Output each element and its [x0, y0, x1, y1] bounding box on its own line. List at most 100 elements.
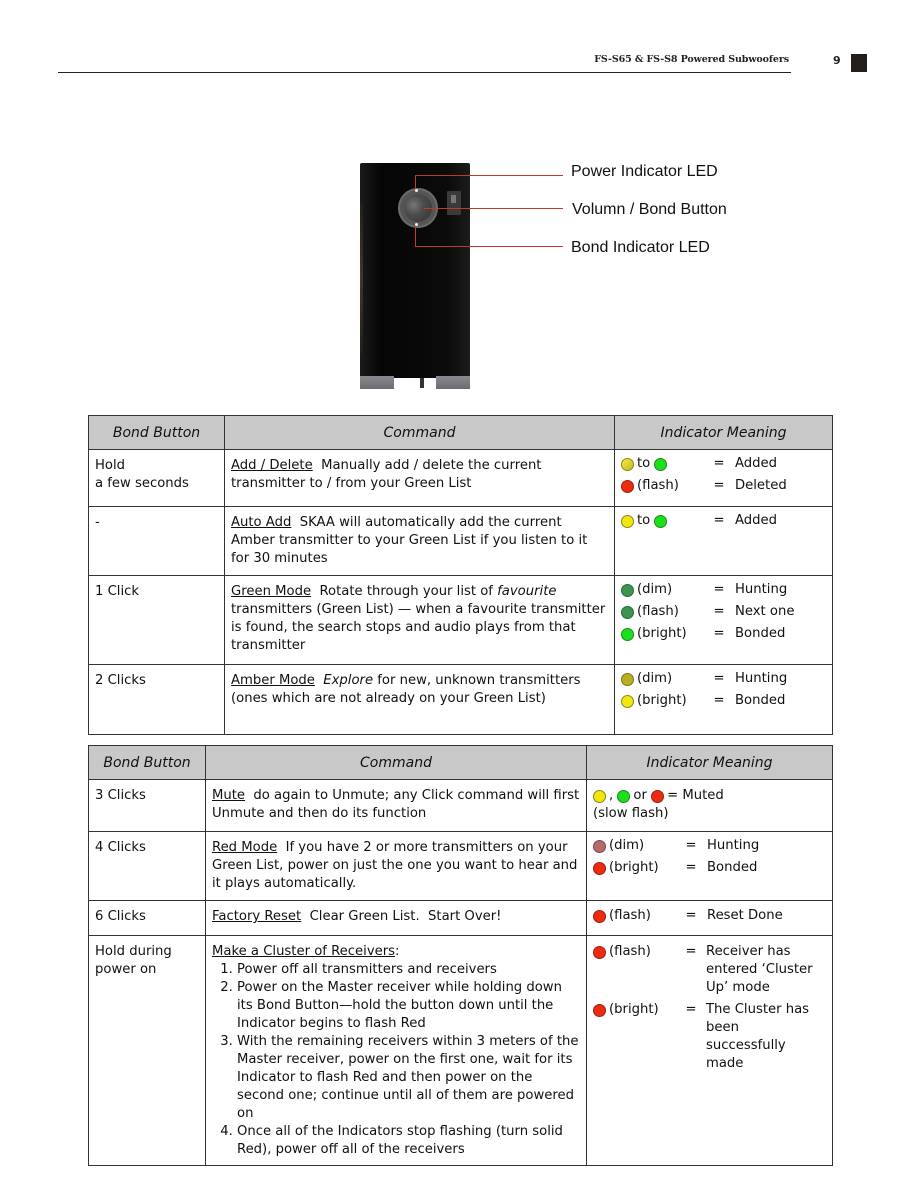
table-header-row: Bond Button Command Indicator Meaning	[88, 745, 833, 780]
bond-button-cell: 3 Clicks	[88, 779, 206, 832]
command-name: Mute	[212, 788, 246, 803]
command-cell: Factory Reset Clear Green List. Start Ov…	[205, 900, 587, 936]
command-cell: Add / Delete Manually add / delete the c…	[224, 449, 615, 507]
bond-button-cell: 4 Clicks	[88, 831, 206, 901]
bond-button-table-1: Bond Button Command Indicator Meaning Ho…	[88, 415, 833, 735]
green-led-icon	[654, 514, 668, 528]
dim-green-led-icon	[621, 583, 634, 597]
cluster-steps-list: Power off all transmitters and receivers…	[212, 961, 580, 1159]
red-led-icon	[593, 945, 606, 959]
command-description: do again to Unmute; any Click command wi…	[212, 788, 580, 821]
callout-line-bond	[415, 226, 416, 247]
bond-button-cell: 2 Clicks	[88, 664, 225, 735]
callout-line-power	[415, 175, 563, 176]
dim-amber-led-icon	[621, 672, 634, 686]
indicator-line: (bright) = Bonded	[593, 857, 826, 879]
command-cell: Red Mode If you have 2 or more transmitt…	[205, 831, 587, 901]
indicator-cell: (dim) = Hunting (bright) = Bonded	[586, 831, 833, 901]
red-led-icon	[593, 1003, 606, 1017]
table-row: 1 Click Green Mode Rotate through your l…	[88, 575, 833, 665]
list-item: Power off all transmitters and receivers	[237, 961, 580, 979]
dim-red-led-icon	[593, 839, 606, 853]
indicator-line: (bright) = Bonded	[621, 623, 826, 645]
indicator-cell: to = Added (flash) = Deleted	[614, 449, 833, 507]
callout-power-indicator-led: Power Indicator LED	[571, 163, 718, 180]
table-row: 3 Clicks Mute do again to Unmute; any Cl…	[88, 779, 833, 832]
command-cell: Mute do again to Unmute; any Click comma…	[205, 779, 587, 832]
indicator-line: (dim) = Hunting	[621, 668, 826, 690]
green-led-icon	[654, 457, 668, 471]
callout-line-power	[415, 175, 416, 189]
yellow-led-icon	[593, 789, 606, 803]
red-led-icon	[621, 479, 634, 493]
device-foot	[436, 376, 470, 389]
table-row: 4 Clicks Red Mode If you have 2 or more …	[88, 831, 833, 901]
bond-button-cell: Hold during power on	[88, 935, 206, 1166]
indicator-line: (flash) = Receiver has entered ‘Cluster …	[593, 943, 826, 997]
command-cell: Green Mode Rotate through your list of f…	[224, 575, 615, 665]
header-indicator-meaning: Indicator Meaning	[614, 415, 833, 450]
table-row: Hold a few seconds Add / Delete Manually…	[88, 449, 833, 507]
page-tab-marker	[851, 54, 867, 72]
command-name: Make a Cluster of Receivers	[212, 944, 396, 959]
list-item: Power on the Master receiver while holdi…	[237, 979, 580, 1033]
subwoofer-image	[360, 163, 470, 390]
list-item: Once all of the Indicators stop flashing…	[237, 1123, 580, 1159]
callout-line-button	[424, 208, 563, 209]
dim-green-led-icon	[621, 605, 634, 619]
header-command: Command	[205, 745, 587, 780]
header-bond-button: Bond Button	[88, 415, 225, 450]
command-cell: Amber Mode Explore for new, unknown tran…	[224, 664, 615, 735]
indicator-cell: (flash) = Reset Done	[586, 900, 833, 936]
red-led-icon	[651, 789, 665, 803]
indicator-line: to = Added	[621, 510, 826, 532]
command-cell: Auto Add SKAA will automatically add the…	[224, 506, 615, 576]
device-jack	[420, 378, 424, 388]
bond-button-cell: 1 Click	[88, 575, 225, 665]
table-header-row: Bond Button Command Indicator Meaning	[88, 415, 833, 450]
page-number: 9	[833, 54, 841, 67]
yellow-led-icon	[621, 694, 634, 708]
table-row: 6 Clicks Factory Reset Clear Green List.…	[88, 900, 833, 936]
power-indicator-led	[415, 189, 418, 192]
header-indicator-meaning: Indicator Meaning	[586, 745, 833, 780]
indicator-cell: (dim) = Hunting (flash) = Next one (brig…	[614, 575, 833, 665]
callout-bond-indicator-led: Bond Indicator LED	[571, 239, 710, 256]
callout-volume-bond-button: Volumn / Bond Button	[572, 201, 727, 218]
red-led-icon	[593, 861, 606, 875]
command-cell: Make a Cluster of Receivers: Power off a…	[205, 935, 587, 1166]
command-name: Factory Reset	[212, 909, 302, 924]
device-body	[360, 163, 470, 378]
command-name: Amber Mode	[231, 673, 315, 688]
command-name: Add / Delete	[231, 458, 313, 473]
indicator-line: (bright) = The Cluster has been successf…	[593, 1001, 826, 1073]
indicator-line: (flash) = Deleted	[621, 475, 826, 497]
green-led-icon	[617, 789, 631, 803]
bond-button-cell: Hold a few seconds	[88, 449, 225, 507]
device-foot	[360, 376, 394, 389]
indicator-line: (flash) = Reset Done	[593, 905, 826, 927]
indicator-line: (flash) = Next one	[621, 601, 826, 623]
command-name: Red Mode	[212, 840, 278, 855]
header-title: FS-S65 & FS-S8 Powered Subwoofers	[594, 54, 789, 65]
table-row: - Auto Add SKAA will automatically add t…	[88, 506, 833, 576]
bond-button-cell: 6 Clicks	[88, 900, 206, 936]
indicator-line: (bright) = Bonded	[621, 690, 826, 712]
page-header: FS-S65 & FS-S8 Powered Subwoofers	[58, 52, 791, 73]
red-led-icon	[593, 909, 606, 923]
indicator-line: (dim) = Hunting	[621, 579, 826, 601]
command-description: Clear Green List. Start Over!	[309, 909, 502, 924]
indicator-cell: , or = Muted (slow flash)	[586, 779, 833, 832]
green-led-icon	[621, 627, 634, 641]
command-name: Auto Add	[231, 515, 292, 530]
indicator-cell: (dim) = Hunting (bright) = Bonded	[614, 664, 833, 735]
bond-button-table-2: Bond Button Command Indicator Meaning 3 …	[88, 745, 833, 1166]
indicator-line: to = Added	[621, 453, 826, 475]
yellow-led-icon	[621, 457, 634, 471]
indicator-cell: to = Added	[614, 506, 833, 576]
indicator-line: (dim) = Hunting	[593, 835, 826, 857]
list-item: With the remaining receivers within 3 me…	[237, 1033, 580, 1123]
bond-button-cell: -	[88, 506, 225, 576]
indicator-cell: (flash) = Receiver has entered ‘Cluster …	[586, 935, 833, 1166]
yellow-led-icon	[621, 514, 634, 528]
